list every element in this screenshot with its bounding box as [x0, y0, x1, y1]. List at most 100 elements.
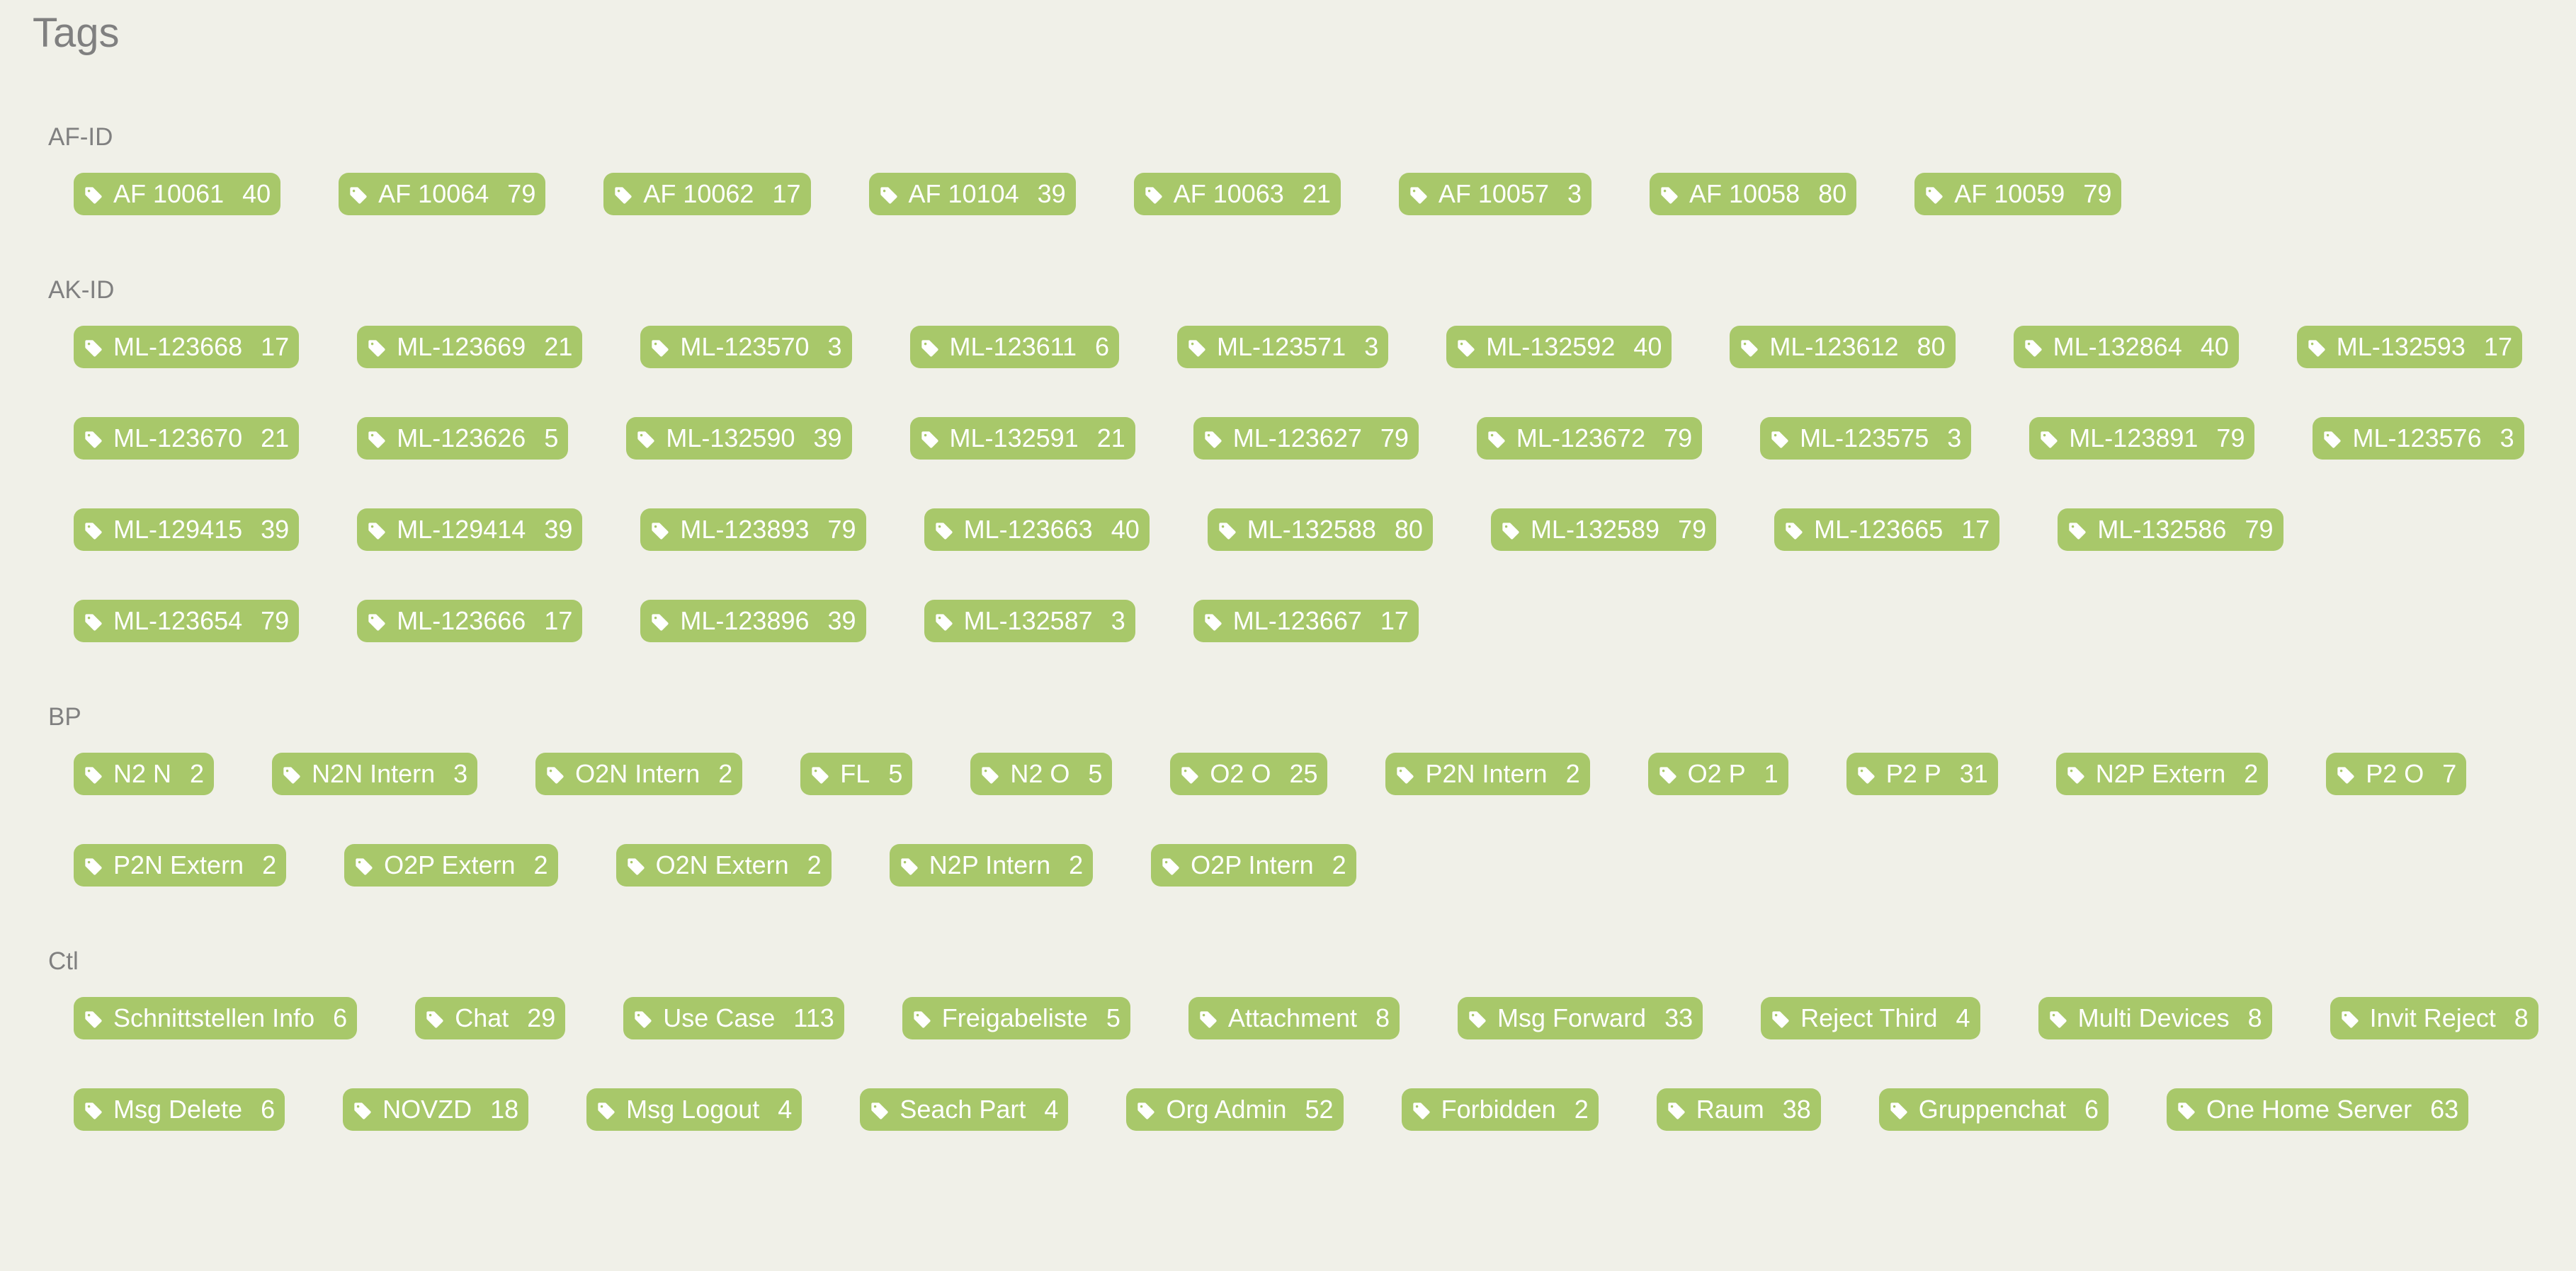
tag-pill[interactable]: ML-123571 3	[1177, 326, 1389, 368]
tag-pill[interactable]: Reject Third 4	[1761, 997, 1980, 1039]
tag-pill[interactable]: FL 5	[800, 753, 913, 795]
tag-name: N2P Extern	[2095, 759, 2226, 788]
tag-icon-graphic	[1412, 1102, 1430, 1119]
tag-pill[interactable]: ML-123575 3	[1760, 417, 1972, 460]
tag-icon-graphic	[935, 523, 953, 540]
tag-icon-graphic	[1162, 858, 1179, 875]
tag-pill[interactable]: ML-123626 5	[357, 417, 569, 460]
tag-icon	[84, 611, 103, 631]
tag-pill[interactable]: AF 10059 79	[1914, 173, 2122, 215]
tag-pill[interactable]: NOVZD 18	[343, 1088, 529, 1131]
tag-icon-graphic	[871, 1102, 888, 1119]
tag-name: P2 P	[1885, 759, 1941, 788]
tag-pill[interactable]: O2N Intern 2	[535, 753, 743, 795]
tag-pill[interactable]: N2P Extern 2	[2055, 753, 2269, 795]
tag-pill[interactable]: ML-123896 39	[640, 600, 866, 642]
tag-name: ML-123667	[1232, 606, 1362, 635]
tag-group-af-id: AF-ID AF 10061 40 AF 10064 79 AF 10062 17 AF 1…	[48, 122, 2543, 244]
tag-pill[interactable]: N2P Intern 2	[889, 844, 1094, 887]
tag-icon-graphic	[2049, 1011, 2067, 1028]
tag-pill[interactable]: Multi Devices 8	[2038, 997, 2272, 1039]
tag-pill[interactable]: ML-132591 21	[909, 417, 1135, 460]
tag-icon	[596, 1100, 616, 1119]
tag-pill[interactable]: ML-123891 79	[2029, 417, 2255, 460]
tag-pill[interactable]: ML-123627 79	[1193, 417, 1419, 460]
tag-pill[interactable]: N2 N 2	[74, 753, 215, 795]
tag-name: O2P Intern	[1191, 850, 1314, 879]
tag-icon-graphic	[1188, 340, 1205, 357]
tag-pill[interactable]: O2N Extern 2	[615, 844, 832, 887]
tag-pill[interactable]: ML-132864 40	[2013, 326, 2239, 368]
tag-pill[interactable]: P2N Intern 2	[1385, 753, 1590, 795]
tag-pill[interactable]: O2 P 1	[1647, 753, 1788, 795]
tag-group-title: BP	[48, 703, 81, 731]
tag-group-ctl: Ctl Schnittstellen Info 6 Chat 29 Use Case 11…	[48, 946, 2543, 1160]
tag-pill[interactable]: ML-123654 79	[74, 600, 300, 642]
tag-pill[interactable]: ML-132588 80	[1207, 508, 1433, 551]
tag-pill[interactable]: P2 P 31	[1846, 753, 1998, 795]
tag-pill[interactable]: ML-123667 17	[1193, 600, 1419, 642]
tag-pill[interactable]: ML-123663 40	[924, 508, 1150, 551]
tag-name: FL	[840, 759, 870, 788]
tag-name: Forbidden	[1441, 1095, 1556, 1124]
tag-pill[interactable]: ML-132587 3	[924, 600, 1135, 642]
tag-pill[interactable]: ML-123612 80	[1730, 326, 1956, 368]
tag-pill[interactable]: ML-123672 79	[1476, 417, 1703, 460]
tag-pill[interactable]: Chat 29	[415, 997, 566, 1039]
tag-pill[interactable]: AF 10058 80	[1650, 173, 1857, 215]
tag-pill[interactable]: Msg Delete 6	[74, 1088, 285, 1131]
tag-pill[interactable]: AF 10061 40	[74, 173, 281, 215]
tag-pill[interactable]: O2P Extern 2	[344, 844, 558, 887]
tag-icon-graphic	[1890, 1102, 1907, 1119]
tag-icon-graphic	[2067, 767, 2084, 784]
tag-name: Raum	[1696, 1095, 1764, 1124]
tag-pill[interactable]: ML-123668 17	[74, 326, 300, 368]
tag-pill[interactable]: ML-132592 40	[1446, 326, 1672, 368]
tag-pill[interactable]: Freigabeliste 5	[902, 997, 1130, 1039]
tag-pill[interactable]: Schnittstellen Info 6	[74, 997, 358, 1039]
tag-pill[interactable]: ML-129414 39	[357, 508, 583, 551]
tag-pill[interactable]: P2 O 7	[2326, 753, 2467, 795]
tag-pill[interactable]: AF 10064 79	[339, 173, 546, 215]
tag-icon-graphic	[914, 1011, 931, 1028]
tag-name: ML-132587	[963, 606, 1093, 635]
tag-pill[interactable]: ML-123666 17	[357, 600, 583, 642]
tag-pill[interactable]: ML-123611 6	[909, 326, 1120, 368]
tag-pill[interactable]: ML-123576 3	[2313, 417, 2524, 460]
tag-pill[interactable]: AF 10062 17	[603, 173, 811, 215]
tag-pill[interactable]: O2P Intern 2	[1151, 844, 1356, 887]
tag-pill[interactable]: N2 O 5	[970, 753, 1113, 795]
tag-pill[interactable]: ML-123669 21	[357, 326, 583, 368]
tag-pill[interactable]: Msg Logout 4	[586, 1088, 802, 1131]
tag-pill[interactable]: Gruppenchat 6	[1878, 1088, 2109, 1131]
tag-pill[interactable]: Msg Forward 33	[1458, 997, 1703, 1039]
tag-name: AF 10062	[643, 179, 754, 208]
tag-pill[interactable]: ML-123665 17	[1774, 508, 2000, 551]
tag-pill[interactable]: Use Case 113	[623, 997, 844, 1039]
tag-pill[interactable]: N2N Intern 3	[272, 753, 478, 795]
tag-pill[interactable]: Org Admin 52	[1126, 1088, 1344, 1131]
tag-pill[interactable]: P2N Extern 2	[74, 844, 287, 887]
tag-icon-graphic	[1205, 614, 1222, 631]
tag-pill[interactable]: ML-123670 21	[74, 417, 300, 460]
tag-pill[interactable]: ML-123570 3	[640, 326, 852, 368]
tag-pill[interactable]: Forbidden 2	[1401, 1088, 1599, 1131]
tag-count: 31	[1959, 759, 1988, 788]
tag-pill[interactable]: ML-132590 39	[626, 417, 852, 460]
tag-count: 2	[262, 850, 277, 879]
tag-pill[interactable]: Seach Part 4	[860, 1088, 1069, 1131]
tag-pill[interactable]: ML-132589 79	[1490, 508, 1717, 551]
tag-pill[interactable]: ML-123893 79	[640, 508, 866, 551]
tag-pill[interactable]: One Home Server 63	[2166, 1088, 2469, 1131]
tag-icon-graphic	[1145, 187, 1162, 204]
tag-pill[interactable]: AF 10063 21	[1133, 173, 1341, 215]
tag-pill[interactable]: Raum 38	[1656, 1088, 1821, 1131]
tag-pill[interactable]: Invit Reject 8	[2330, 997, 2538, 1039]
tag-pill[interactable]: AF 10057 3	[1398, 173, 1592, 215]
tag-pill[interactable]: O2 O 25	[1170, 753, 1328, 795]
tag-pill[interactable]: ML-132586 79	[2058, 508, 2283, 551]
tag-pill[interactable]: ML-132593 17	[2296, 326, 2522, 368]
tag-pill[interactable]: AF 10104 39	[868, 173, 1076, 215]
tag-pill[interactable]: ML-129415 39	[74, 508, 300, 551]
tag-pill[interactable]: Attachment 8	[1188, 997, 1400, 1039]
